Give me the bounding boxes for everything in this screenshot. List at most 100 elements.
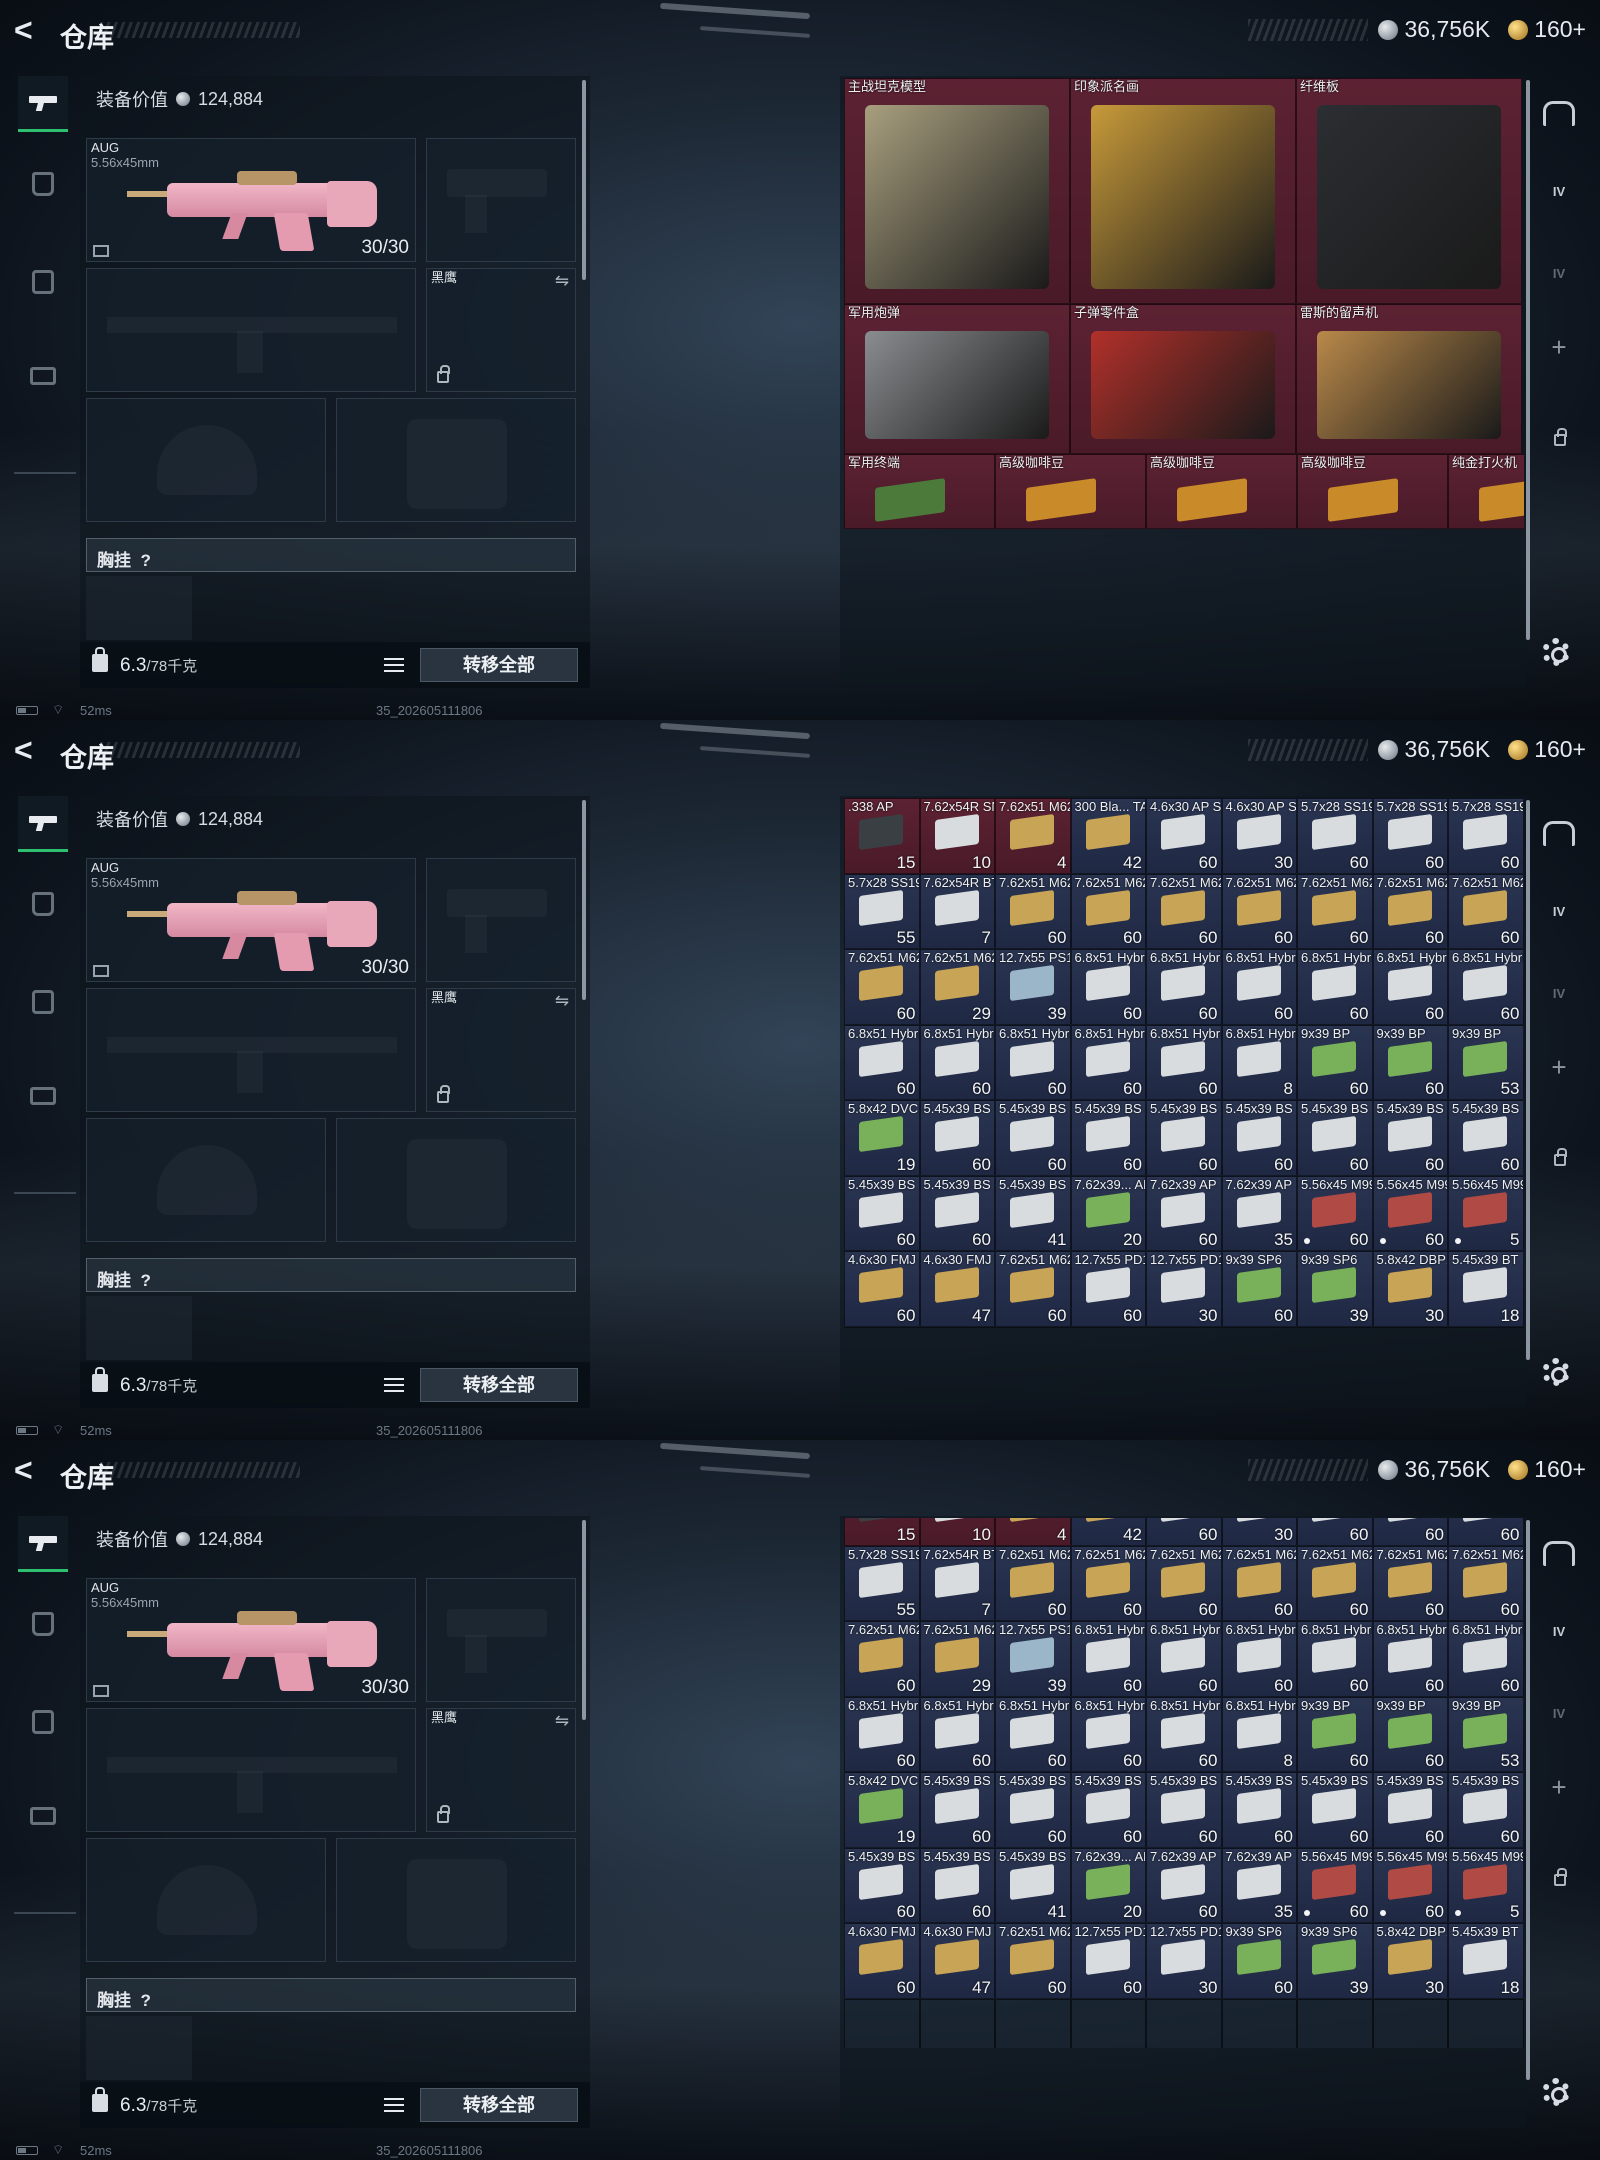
armor-slot[interactable]	[336, 1118, 576, 1242]
ammo-cell[interactable]: 6.8x51 Hybrid 60	[919, 1024, 995, 1100]
nav-backpack[interactable]	[18, 876, 68, 932]
ammo-cell[interactable]: 6.8x51 Hybrid 60	[1372, 1621, 1448, 1697]
ammo-cell[interactable]: 6.8x51 Hybrid 60	[995, 1024, 1071, 1100]
ammo-cell[interactable]: 6.8x51 Hybrid 60	[1146, 949, 1222, 1025]
ammo-cell[interactable]: 7.62x39 AP 60	[1146, 1847, 1222, 1923]
storage-tab-1[interactable]: IV	[1542, 896, 1576, 926]
ammo-cell[interactable]: .338 AP15	[844, 798, 920, 874]
help-icon[interactable]: ?	[140, 1991, 150, 2010]
ammo-cell[interactable]: 5.56x45 M995 5	[1448, 1847, 1524, 1923]
ammo-cell[interactable]: 5.7x28 SS190 55	[844, 1545, 920, 1621]
storage-tab-2[interactable]: IV	[1542, 1698, 1576, 1728]
list-icon[interactable]	[380, 2092, 408, 2118]
ammo-cell[interactable]: 5.45x39 BS 60	[919, 1100, 995, 1176]
gold-amount[interactable]: 160+	[1534, 1456, 1586, 1483]
item-cell[interactable]: 子弹零件盒	[1070, 304, 1296, 454]
empty-cell[interactable]	[1146, 1326, 1222, 1328]
silver-amount[interactable]: 36,756K	[1404, 16, 1490, 43]
ammo-cell[interactable]: 7.62x51 M62 60	[844, 949, 920, 1025]
primary-weapon-slot[interactable]: AUG 5.56x45mm 30/30	[86, 858, 416, 982]
safe-box-icon[interactable]	[1542, 1538, 1576, 1568]
storage-scrollbar[interactable]	[1526, 80, 1530, 640]
nav-backpack[interactable]	[18, 1596, 68, 1652]
ammo-cell[interactable]: 9x39 SP6 39	[1297, 1923, 1373, 1999]
ammo-cell[interactable]: 5.7x28 SS19060	[1297, 798, 1373, 874]
primary-weapon-slot[interactable]: AUG 5.56x45mm 30/30	[86, 1578, 416, 1702]
settings-gear-icon[interactable]	[1542, 2078, 1570, 2106]
ammo-cell[interactable]: 5.45x39 BS 60	[1146, 1100, 1222, 1176]
safe-box-icon[interactable]	[1542, 818, 1576, 848]
ammo-cell[interactable]: 6.8x51 Hybrid 60	[1070, 1696, 1146, 1772]
chest-rig-header[interactable]: 胸挂 ?	[86, 1258, 576, 1292]
ammo-cell[interactable]: 5.45x39 BS 60	[1448, 1772, 1524, 1848]
empty-cell[interactable]	[844, 1326, 920, 1328]
ammo-cell[interactable]: 6.8x51 Hybrid 60	[1070, 949, 1146, 1025]
nav-weapons[interactable]	[18, 796, 68, 852]
ammo-cell[interactable]: 7.62x51 M62 60	[1221, 873, 1297, 949]
empty-cell[interactable]	[919, 1998, 995, 2048]
loadout-scrollbar[interactable]	[582, 800, 586, 1000]
ammo-cell[interactable]: 7.62x51 M62 60	[1070, 1545, 1146, 1621]
nav-backpack[interactable]	[18, 156, 68, 212]
ammo-cell[interactable]: 5.7x28 SS19060	[1372, 1518, 1448, 1546]
silver-amount[interactable]: 36,756K	[1404, 1456, 1490, 1483]
swap-icon[interactable]: ⇋	[555, 991, 569, 1011]
special-slot[interactable]: 黑鹰 ⇋	[426, 1708, 576, 1832]
ammo-cell[interactable]: 5.7x28 SS19060	[1448, 798, 1524, 874]
ammo-cell[interactable]: 12.7x55 PD12双头 30	[1146, 1923, 1222, 1999]
ammo-cell[interactable]: 6.8x51 Hybrid 60	[1297, 949, 1373, 1025]
ammo-cell[interactable]: 5.45x39 BT 18	[1448, 1251, 1524, 1327]
ammo-cell[interactable]: 7.62x51 M62 60	[844, 1621, 920, 1697]
ammo-cell[interactable]: 12.7x55 PD12双头 30	[1146, 1251, 1222, 1327]
ammo-cell[interactable]: 6.8x51 Hybrid 8	[1221, 1696, 1297, 1772]
empty-cell[interactable]	[1297, 1998, 1373, 2048]
nav-storage[interactable]	[18, 974, 68, 1030]
ammo-cell[interactable]: 7.62x51 M62 60	[1448, 873, 1524, 949]
ammo-cell[interactable]: 9x39 BP 60	[1372, 1696, 1448, 1772]
ammo-cell[interactable]: 5.45x39 BS 60	[995, 1772, 1071, 1848]
ammo-cell[interactable]: 12.7x55 PD12双头 60	[1070, 1251, 1146, 1327]
empty-cell[interactable]	[995, 1326, 1071, 1328]
back-icon[interactable]: <	[14, 1454, 33, 1486]
ammo-cell[interactable]: 7.62x54R SNB 10	[919, 798, 995, 874]
ammo-cell[interactable]: 4.6x30 FMJ SX 60	[844, 1923, 920, 1999]
ammo-cell[interactable]: 7.62x51 M62 4	[995, 798, 1071, 874]
ammo-cell[interactable]: 300 Bla... TAC-TX 42	[1070, 798, 1146, 874]
ammo-cell[interactable]: 7.62x51 M62 60	[1297, 1545, 1373, 1621]
ammo-cell[interactable]: 5.45x39 BS 60	[1372, 1772, 1448, 1848]
ammo-cell[interactable]: 5.8x42 DBP10 30	[1372, 1923, 1448, 1999]
ammo-cell[interactable]: 5.45x39 BS 60	[1221, 1772, 1297, 1848]
help-icon[interactable]: ?	[140, 1271, 150, 1290]
secondary-weapon-slot[interactable]	[86, 1708, 416, 1832]
empty-cell[interactable]	[1448, 1998, 1524, 2048]
lock-icon[interactable]	[92, 647, 108, 672]
ammo-cell[interactable]: 6.8x51 Hybrid 60	[995, 1696, 1071, 1772]
ammo-cell[interactable]: 6.8x51 Hybrid 60	[1146, 1024, 1222, 1100]
ammo-cell[interactable]: 9x39 SP6 39	[1297, 1251, 1373, 1327]
ammo-cell[interactable]: 5.45x39 BS 60	[1070, 1100, 1146, 1176]
empty-cell[interactable]	[1372, 1998, 1448, 2048]
item-cell[interactable]: 高级咖啡豆	[1146, 454, 1297, 529]
help-icon[interactable]: ?	[140, 551, 150, 570]
chest-rig-slot[interactable]	[86, 576, 192, 640]
transfer-all-button[interactable]: 转移全部	[420, 1368, 578, 1402]
chest-rig-slot[interactable]	[86, 1296, 192, 1360]
ammo-cell[interactable]: 5.56x45 M995 60	[1297, 1847, 1373, 1923]
list-icon[interactable]	[380, 1372, 408, 1398]
ammo-cell[interactable]: 5.8x42 DVC12 19	[844, 1100, 920, 1176]
ammo-cell[interactable]: 6.8x51 Hybrid 60	[1221, 949, 1297, 1025]
pistol-slot[interactable]	[426, 858, 576, 982]
loadout-scrollbar[interactable]	[582, 80, 586, 280]
transfer-all-button[interactable]: 转移全部	[420, 2088, 578, 2122]
ammo-cell[interactable]: 7.62x51 M62 29	[919, 949, 995, 1025]
empty-cell[interactable]	[1448, 1326, 1524, 1328]
ammo-cell[interactable]: 5.7x28 SS19060	[1448, 1518, 1524, 1546]
primary-weapon-slot[interactable]: AUG 5.56x45mm 30/30	[86, 138, 416, 262]
ammo-cell[interactable]: 5.56x45 M995 5	[1448, 1175, 1524, 1251]
ammo-cell[interactable]: 5.45x39 BS 60	[1146, 1772, 1222, 1848]
ammo-cell[interactable]: 4.6x30 AP SX 30	[1221, 798, 1297, 874]
ammo-cell[interactable]: .338 AP15	[844, 1518, 920, 1546]
ammo-cell[interactable]: 5.45x39 BT 18	[1448, 1923, 1524, 1999]
nav-storage[interactable]	[18, 254, 68, 310]
ammo-cell[interactable]: 6.8x51 Hybrid 60	[1221, 1621, 1297, 1697]
